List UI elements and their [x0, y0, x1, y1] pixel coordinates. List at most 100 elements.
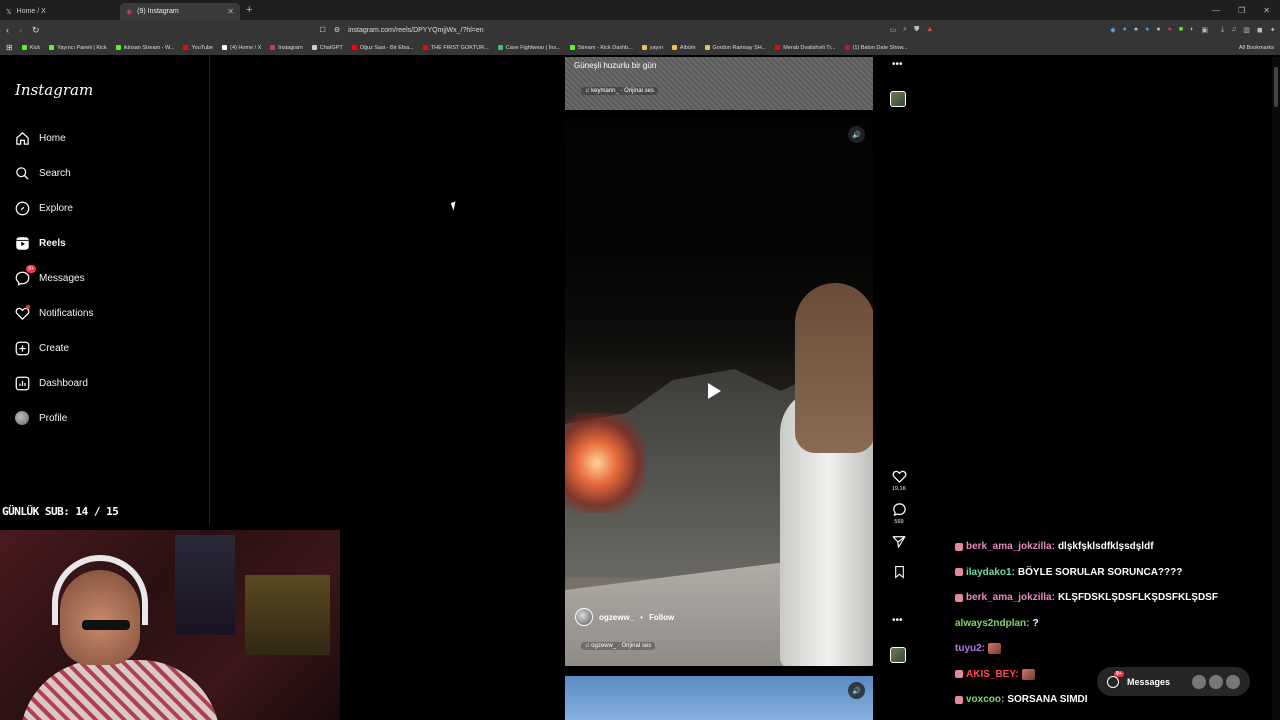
new-tab-button[interactable]: +: [246, 4, 252, 16]
extension-icon[interactable]: ▣: [1201, 26, 1208, 34]
author-avatar[interactable]: [575, 608, 593, 626]
bookmark-item[interactable]: YouTube: [183, 45, 213, 51]
bookmark-item[interactable]: ChatGPT: [311, 45, 343, 51]
send-icon: [892, 536, 906, 548]
bookmark-label: Oğuz Sasi - Bir Efsa...: [359, 44, 414, 51]
notification-dot: [26, 305, 30, 309]
sub-badge-icon: [955, 695, 963, 704]
extension-icon[interactable]: ◆: [1110, 26, 1115, 34]
reel-audio-label[interactable]: ♫ keymann_ · Orijinal ses: [581, 87, 658, 95]
bookmark-favicon-icon: [270, 45, 276, 50]
tab-home-x[interactable]: 𝕏 Home / X: [0, 3, 120, 20]
reel-video-player[interactable]: 🔊 ogzeww_ • Follow ♫ ogzeww_ · Orijinal …: [565, 118, 873, 666]
play-icon[interactable]: [708, 383, 721, 399]
bookmark-label: Albüm: [679, 44, 696, 51]
save-button[interactable]: [893, 565, 906, 579]
nav-dashboard[interactable]: Dashboard: [14, 375, 88, 391]
bookmark-item[interactable]: Oğuz Sasi - Bir Efsa...: [351, 44, 414, 51]
sidebar-icon[interactable]: ▥: [1243, 26, 1250, 34]
more-options-icon[interactable]: •••: [892, 59, 903, 70]
nav-notifications[interactable]: Notifications: [14, 305, 93, 321]
cast-icon[interactable]: ▭: [890, 26, 897, 34]
bookmark-item[interactable]: Cave Fightwear | İns...: [497, 45, 561, 51]
music-icon[interactable]: ♫: [1231, 26, 1236, 34]
close-window-button[interactable]: ✕: [1263, 6, 1270, 15]
audio-thumbnail[interactable]: [890, 647, 906, 663]
close-tab-icon[interactable]: ✕: [227, 7, 234, 16]
download-icon[interactable]: ⤓: [1221, 26, 1224, 34]
maximize-button[interactable]: ❐: [1238, 6, 1245, 15]
bookmark-label: YouTube: [191, 44, 214, 51]
comment-button[interactable]: 569: [892, 502, 907, 525]
nav-label: Create: [39, 342, 70, 354]
scrollbar-thumb[interactable]: [1274, 67, 1278, 107]
site-info-icon[interactable]: ⚙: [334, 26, 340, 34]
messenger-icon: 9+: [14, 265, 36, 286]
bookmark-item[interactable]: (1) Balon Date Show...: [844, 45, 908, 51]
apps-grid-icon[interactable]: ⊞: [6, 43, 13, 52]
tab-label: (9) Instagram: [137, 8, 179, 15]
tab-instagram[interactable]: ◉ (9) Instagram ✕: [120, 3, 240, 20]
reel-audio-label[interactable]: ♫ ogzeww_ · Orijinal ses: [581, 642, 656, 650]
extension-icon[interactable]: ●: [1156, 26, 1160, 34]
bookmark-favicon-icon: [351, 45, 357, 50]
bookmark-favicon-icon: [222, 45, 228, 50]
minimize-button[interactable]: —: [1212, 6, 1220, 15]
author-name[interactable]: ogzeww_: [599, 613, 634, 622]
more-options-icon[interactable]: •••: [892, 615, 903, 626]
zoom-icon[interactable]: ⌕: [903, 26, 907, 34]
all-bookmarks-button[interactable]: All Bookmarks: [1239, 45, 1274, 51]
home-icon: [14, 130, 30, 146]
extension-icon[interactable]: ■: [1179, 26, 1183, 34]
page-scrollbar[interactable]: [1272, 57, 1280, 720]
url-field[interactable]: ☐ ⚙ instagram.com/reels/DPYYQmjjWx_/?hl=…: [320, 26, 880, 35]
nav-search[interactable]: Search: [14, 165, 71, 181]
bookmark-item[interactable]: yayın: [641, 45, 663, 51]
bookmark-item[interactable]: Gordon Ramsay SH...: [704, 45, 766, 51]
bookmark-item[interactable]: Merab Dvalishvili Tr...: [775, 45, 836, 51]
reel-card-previous[interactable]: Güneşli huzurlu bir gün ♫ keymann_ · Ori…: [565, 57, 873, 110]
nav-reels[interactable]: Reels: [14, 235, 66, 251]
extension-icon[interactable]: ●: [1168, 26, 1172, 34]
extension-icon[interactable]: ●: [1145, 26, 1149, 34]
bookmark-item[interactable]: ikinsan Stream - W...: [115, 45, 174, 51]
follow-button[interactable]: Follow: [649, 613, 674, 622]
volume-icon[interactable]: 🔊: [848, 682, 865, 699]
reload-icon[interactable]: ↻: [32, 25, 40, 36]
extensions-icon[interactable]: ✦: [1270, 26, 1276, 34]
shield-icon[interactable]: ⛊: [914, 26, 919, 34]
video-scene-hair: [795, 283, 873, 453]
nav-home[interactable]: Home: [14, 130, 66, 146]
like-button[interactable]: 19,1K: [892, 469, 907, 492]
audio-thumbnail[interactable]: [890, 91, 906, 107]
reel-card-next[interactable]: 🔊: [565, 676, 873, 720]
nav-messages[interactable]: 9+ Messages: [14, 265, 85, 286]
nav-create[interactable]: Create: [14, 340, 69, 356]
nav-explore[interactable]: Explore: [14, 200, 73, 216]
nav-label: Home: [39, 132, 66, 144]
profile-icon[interactable]: ◼: [1257, 26, 1263, 34]
bookmark-item[interactable]: Yayıncı Paneli | Kick: [49, 45, 107, 51]
bookmark-favicon-icon: [311, 45, 317, 50]
bookmark-item[interactable]: Albüm: [671, 44, 696, 51]
bookmark-item[interactable]: Instagram: [270, 45, 303, 51]
volume-icon[interactable]: 🔊: [848, 126, 865, 143]
instagram-logo[interactable]: Instagram: [15, 81, 93, 99]
warning-icon[interactable]: ▲: [926, 26, 933, 34]
back-icon[interactable]: ‹: [6, 25, 9, 35]
bookmark-item[interactable]: THE FIRST GOKTUR...: [422, 45, 489, 51]
chat-username: ilaydako1:: [966, 566, 1015, 578]
extension-icon[interactable]: ◐: [1190, 26, 1194, 34]
bookmark-item[interactable]: Kick: [21, 45, 40, 51]
bookmark-label: Stream - Kick Dashb...: [577, 44, 633, 51]
bookmark-item[interactable]: Stream - Kick Dashb...: [569, 44, 633, 51]
bookmark-star-icon[interactable]: ☐: [320, 26, 326, 34]
extension-icon[interactable]: ●: [1134, 26, 1138, 34]
nav-profile[interactable]: Profile: [14, 410, 67, 426]
messages-pill[interactable]: 9+ Messages: [1097, 667, 1250, 696]
forward-icon[interactable]: ›: [19, 25, 22, 35]
bookmark-item[interactable]: (4) Home / X: [222, 45, 261, 51]
share-button[interactable]: [892, 535, 906, 549]
extension-icon[interactable]: ●: [1123, 26, 1127, 34]
bookmarks-bar: ⊞ Kick Yayıncı Paneli | Kick ikinsan Stream…: [0, 40, 1280, 55]
